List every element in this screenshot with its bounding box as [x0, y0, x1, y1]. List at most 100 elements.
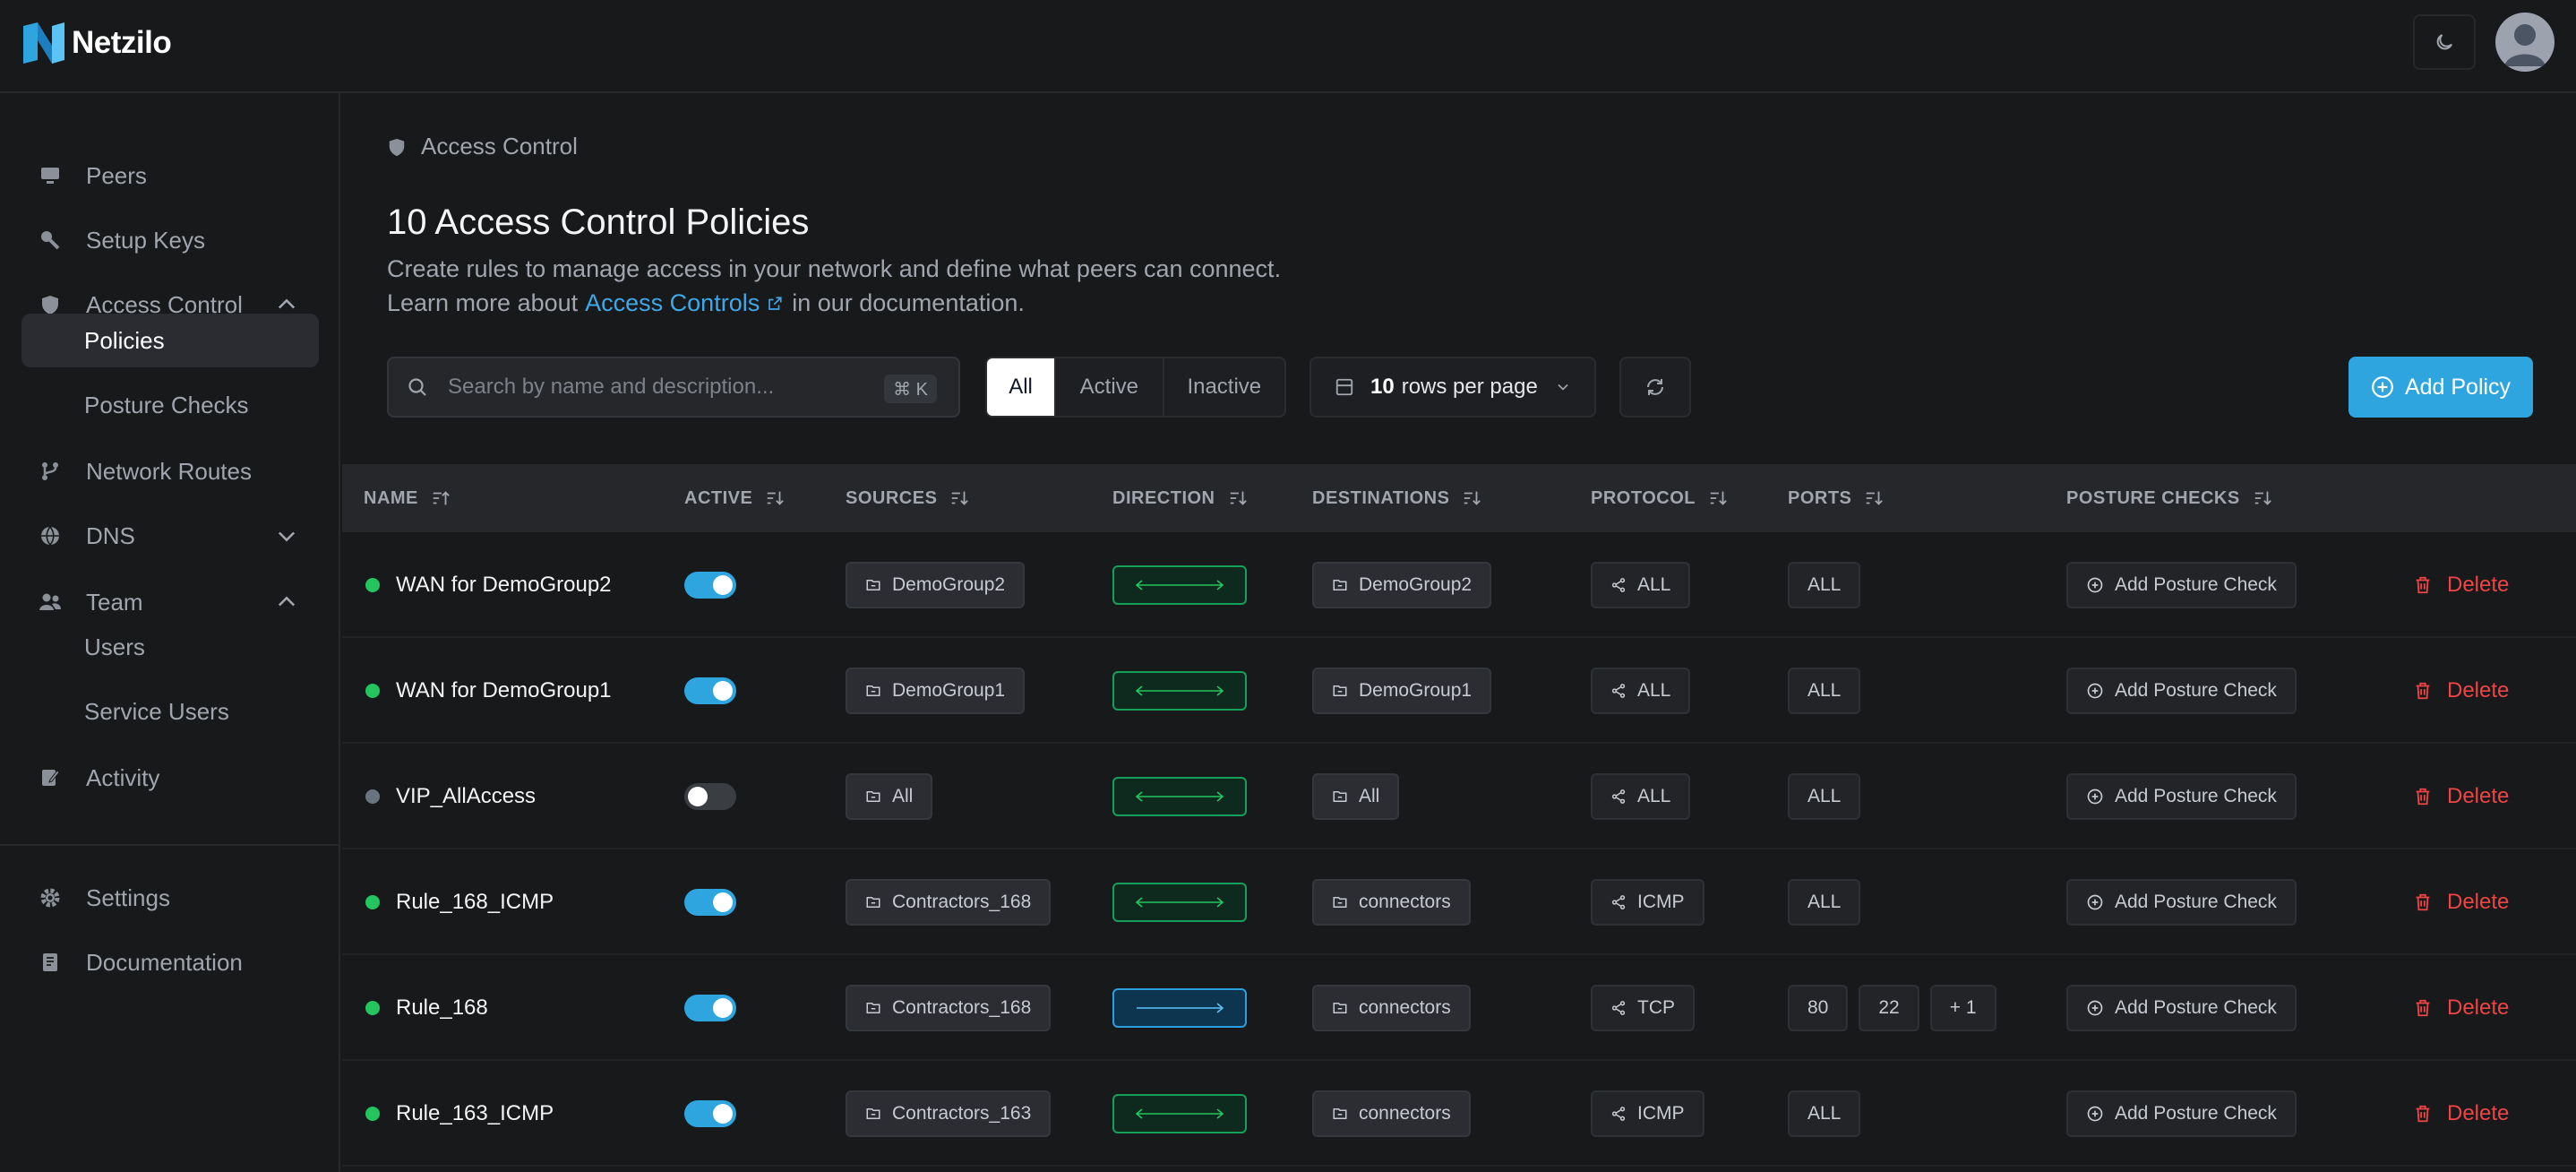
source-group-chip[interactable]: DemoGroup2 [846, 562, 1026, 608]
table-row[interactable]: Rule_168_ICMP Contractors_168 connectors… [342, 849, 2576, 955]
protocol-chip[interactable]: ICMP [1591, 1090, 1704, 1137]
sidebar-item-posture-checks[interactable]: Posture Checks [21, 378, 319, 432]
col-active[interactable]: ACTIVE [684, 464, 785, 532]
brand-logo[interactable]: Netzilo [20, 18, 172, 68]
source-group-chip[interactable]: Contractors_168 [846, 879, 1052, 926]
add-posture-check-button[interactable]: Add Posture Check [2066, 1090, 2297, 1137]
table-row[interactable]: Rule_163_ICMP Contractors_163 connectors… [342, 1061, 2576, 1167]
destination-group-chip[interactable]: DemoGroup2 [1312, 562, 1492, 608]
table-row[interactable]: WAN for DemoGroup1 DemoGroup1 DemoGroup1… [342, 638, 2576, 744]
ports-cell[interactable]: ALL [1788, 638, 1871, 744]
rows-per-page-select[interactable]: 10 rows per page [1309, 357, 1596, 418]
delete-label: Delete [2447, 678, 2510, 702]
filter-active-button[interactable]: Active [1056, 358, 1164, 416]
add-posture-check-button[interactable]: Add Posture Check [2066, 985, 2297, 1031]
sidebar-item-peers[interactable]: Peers [21, 149, 319, 203]
col-direction[interactable]: DIRECTION [1112, 464, 1248, 532]
policy-name-cell[interactable]: Rule_163_ICMP [365, 1061, 554, 1167]
protocol-chip[interactable]: TCP [1591, 985, 1695, 1031]
direction-badge[interactable] [1112, 565, 1247, 605]
delete-button[interactable]: Delete [2413, 890, 2509, 915]
active-toggle[interactable] [684, 995, 736, 1021]
direction-badge[interactable] [1112, 671, 1247, 711]
theme-toggle-button[interactable] [2413, 14, 2476, 70]
col-name[interactable]: NAME [364, 464, 451, 532]
destination-group-chip[interactable]: All [1312, 773, 1400, 820]
port-chip: ALL [1788, 1090, 1861, 1137]
refresh-button[interactable] [1619, 357, 1691, 418]
delete-button[interactable]: Delete [2413, 678, 2509, 703]
direction-badge[interactable] [1112, 777, 1247, 816]
direction-badge[interactable] [1112, 988, 1247, 1028]
sidebar-item-settings[interactable]: Settings [21, 871, 319, 925]
delete-button[interactable]: Delete [2413, 995, 2509, 1021]
col-protocol[interactable]: PROTOCOL [1591, 464, 1728, 532]
breadcrumb-label[interactable]: Access Control [421, 133, 578, 160]
table-row[interactable]: WAN for DemoGroup2 DemoGroup2 DemoGroup2… [342, 532, 2576, 638]
add-posture-check-button[interactable]: Add Posture Check [2066, 773, 2297, 820]
ports-cell[interactable]: 80 22 + 1 [1788, 955, 2007, 1061]
search-input[interactable] [448, 375, 878, 400]
sidebar-item-setup-keys[interactable]: Setup Keys [21, 213, 319, 267]
direction-cell [1112, 744, 1247, 849]
external-link-icon[interactable] [767, 296, 783, 312]
status-dot [365, 789, 380, 804]
filter-all-button[interactable]: All [987, 358, 1057, 416]
source-group-chip[interactable]: DemoGroup1 [846, 668, 1026, 714]
col-destinations[interactable]: DESTINATIONS [1312, 464, 1481, 532]
direction-badge[interactable] [1112, 883, 1247, 922]
active-toggle[interactable] [684, 1100, 736, 1127]
protocol-chip[interactable]: ICMP [1591, 879, 1704, 926]
ports-cell[interactable]: ALL [1788, 532, 1871, 638]
source-group-chip[interactable]: Contractors_163 [846, 1090, 1052, 1137]
ports-cell[interactable]: ALL [1788, 744, 1871, 849]
source-group-label: Contractors_168 [892, 892, 1032, 912]
col-sources[interactable]: SOURCES [846, 464, 969, 532]
sidebar-item-policies[interactable]: Policies [21, 314, 319, 367]
destination-group-chip[interactable]: DemoGroup1 [1312, 668, 1492, 714]
delete-button[interactable]: Delete [2413, 1101, 2509, 1126]
active-toggle[interactable] [684, 783, 736, 810]
protocol-chip[interactable]: ALL [1591, 773, 1691, 820]
add-policy-button[interactable]: Add Policy [2348, 357, 2533, 418]
add-posture-check-button[interactable]: Add Posture Check [2066, 668, 2297, 714]
ports-cell[interactable]: ALL [1788, 1061, 1871, 1167]
add-posture-check-button[interactable]: Add Posture Check [2066, 562, 2297, 608]
search-box[interactable]: ⌘ K [387, 357, 960, 418]
table-row[interactable]: VIP_AllAccess All All ALL ALL Add Postur [342, 744, 2576, 849]
sidebar-item-network-routes[interactable]: Network Routes [21, 444, 319, 498]
policy-name-cell[interactable]: Rule_168_ICMP [365, 849, 554, 955]
protocol-chip[interactable]: ALL [1591, 562, 1691, 608]
page-description: Create rules to manage access in your ne… [387, 255, 1282, 282]
policy-name-cell[interactable]: Rule_168 [365, 955, 488, 1061]
source-group-chip[interactable]: Contractors_168 [846, 985, 1052, 1031]
direction-badge[interactable] [1112, 1094, 1247, 1133]
sidebar-item-users[interactable]: Users [21, 620, 319, 674]
sidebar-item-documentation[interactable]: Documentation [21, 935, 319, 989]
source-group-chip[interactable]: All [846, 773, 933, 820]
policy-name-cell[interactable]: WAN for DemoGroup2 [365, 532, 612, 638]
destination-group-chip[interactable]: connectors [1312, 1090, 1471, 1137]
sidebar-item-service-users[interactable]: Service Users [21, 685, 319, 738]
active-toggle[interactable] [684, 889, 736, 916]
delete-button[interactable]: Delete [2413, 573, 2509, 598]
ports-cell[interactable]: ALL [1788, 849, 1871, 955]
active-toggle[interactable] [684, 572, 736, 599]
monitor-icon [36, 161, 64, 190]
filter-inactive-button[interactable]: Inactive [1164, 358, 1284, 416]
access-controls-link[interactable]: Access Controls [585, 289, 760, 317]
sidebar-item-activity[interactable]: Activity [21, 751, 319, 805]
destination-group-chip[interactable]: connectors [1312, 985, 1471, 1031]
sidebar-item-dns[interactable]: DNS [21, 509, 319, 563]
destination-group-chip[interactable]: connectors [1312, 879, 1471, 926]
policy-name-cell[interactable]: WAN for DemoGroup1 [365, 638, 612, 744]
policy-name-cell[interactable]: VIP_AllAccess [365, 744, 536, 849]
add-posture-check-button[interactable]: Add Posture Check [2066, 879, 2297, 926]
table-row[interactable]: Rule_168 Contractors_168 connectors TCP … [342, 955, 2576, 1061]
protocol-chip[interactable]: ALL [1591, 668, 1691, 714]
col-posture-checks[interactable]: POSTURE CHECKS [2066, 464, 2272, 532]
delete-button[interactable]: Delete [2413, 784, 2509, 809]
user-avatar[interactable] [2495, 13, 2555, 72]
active-toggle[interactable] [684, 677, 736, 704]
col-ports[interactable]: PORTS [1788, 464, 1884, 532]
